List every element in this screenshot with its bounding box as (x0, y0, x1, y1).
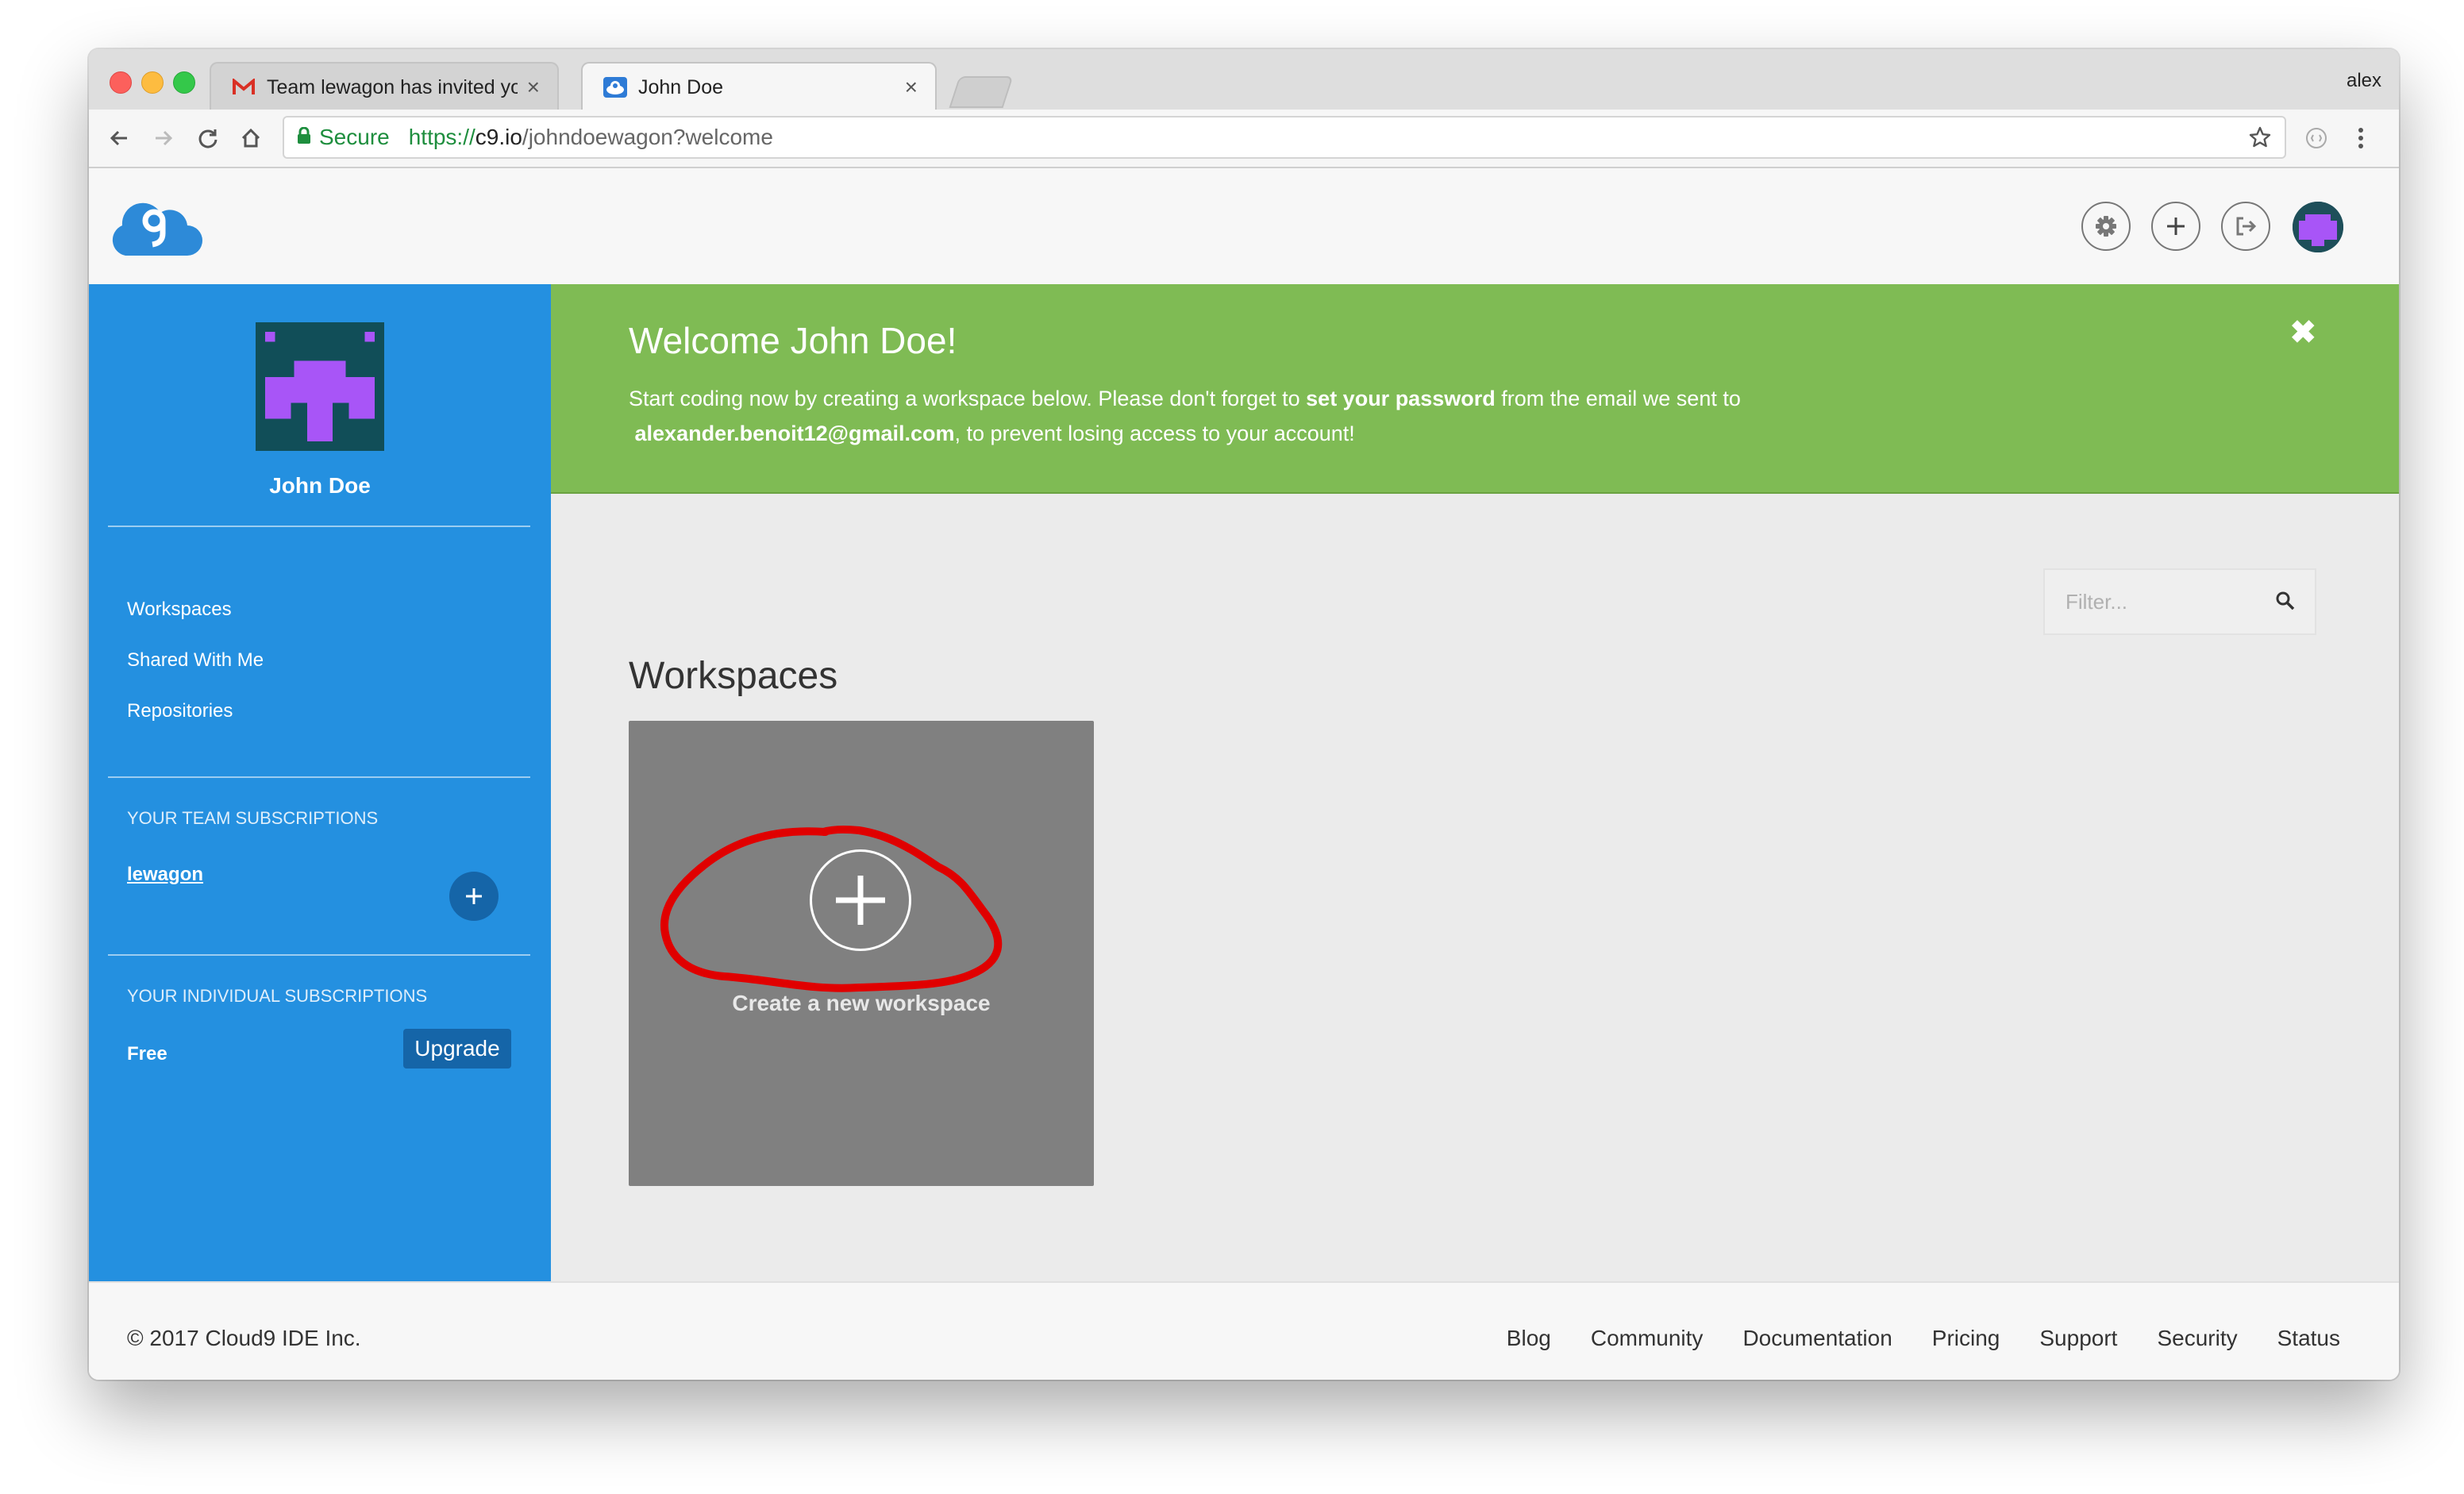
address-bar[interactable]: Secure https:// c9.io /johndoewagon?welc… (283, 116, 2286, 159)
add-icon[interactable] (2151, 202, 2200, 251)
window-close-button[interactable] (110, 71, 132, 94)
divider (108, 776, 530, 778)
email-address: alexander.benoit12@gmail.com (634, 422, 955, 445)
tab-strip: Team lewagon has invited you × John Doe … (89, 49, 2399, 111)
app-header (89, 168, 2399, 286)
home-icon[interactable] (235, 122, 267, 154)
team-subscriptions-heading: YOUR TEAM SUBSCRIPTIONS (127, 808, 379, 828)
secure-label: Secure (319, 125, 390, 149)
filter-input[interactable] (2064, 588, 2258, 615)
settings-gear-icon[interactable] (2081, 202, 2131, 251)
footer-links: Blog Community Documentation Pricing Sup… (1507, 1326, 2340, 1351)
user-avatar[interactable] (2293, 202, 2343, 252)
footer-link-community[interactable]: Community (1591, 1326, 1704, 1351)
browser-toolbar: Secure https:// c9.io /johndoewagon?welc… (89, 110, 2399, 168)
welcome-message: Start coding now by creating a workspace… (629, 387, 1741, 445)
footer-link-documentation[interactable]: Documentation (1742, 1326, 1892, 1351)
add-team-button[interactable] (449, 872, 499, 921)
search-icon[interactable] (2275, 591, 2296, 617)
url-host: c9.io (475, 125, 522, 149)
individual-subscriptions-heading: YOUR INDIVIDUAL SUBSCRIPTIONS (127, 986, 428, 1006)
page: John Doe Workspaces Shared With Me Repos… (89, 168, 2399, 1380)
sidebar-item-repositories[interactable]: Repositories (127, 700, 233, 722)
footer-link-status[interactable]: Status (2277, 1326, 2340, 1351)
close-icon[interactable]: ✖ (2289, 314, 2316, 351)
create-workspace-label: Create a new workspace (732, 991, 991, 1015)
window-minimize-button[interactable] (141, 71, 164, 94)
sidebar: John Doe Workspaces Shared With Me Repos… (89, 284, 551, 1281)
tab-cloud9[interactable]: John Doe × (581, 62, 937, 111)
reload-icon[interactable] (192, 122, 224, 154)
browser-window: Team lewagon has invited you × John Doe … (89, 49, 2399, 1380)
set-password-text: set your password (1306, 387, 1496, 410)
footer: © 2017 Cloud9 IDE Inc. Blog Community Do… (89, 1281, 2399, 1380)
sidebar-item-workspaces[interactable]: Workspaces (127, 599, 232, 621)
menu-kebab-icon[interactable] (2345, 122, 2377, 154)
back-icon[interactable] (103, 122, 135, 154)
profile-name: John Doe (269, 473, 371, 498)
workspaces-heading: Workspaces (629, 655, 838, 697)
gmail-icon (232, 75, 256, 99)
divider (108, 954, 530, 956)
welcome-title: Welcome John Doe! (629, 320, 957, 361)
divider (108, 526, 530, 527)
profile-avatar (256, 322, 384, 451)
main-content: Welcome John Doe! Start coding now by cr… (551, 284, 2399, 1281)
tab-title: Team lewagon has invited you (267, 75, 518, 98)
create-workspace-card[interactable]: Create a new workspace (629, 721, 1094, 1186)
cloud9-icon (603, 75, 627, 99)
profile-name[interactable]: alex (2347, 70, 2381, 92)
tab-gmail[interactable]: Team lewagon has invited you × (210, 62, 559, 111)
bookmark-star-icon[interactable] (2248, 125, 2272, 155)
sign-out-icon[interactable] (2221, 202, 2270, 251)
cloud9-logo[interactable] (108, 197, 203, 261)
url-path: /johndoewagon?welcome (522, 125, 773, 149)
window-maximize-button[interactable] (173, 71, 195, 94)
url-protocol: https:// (408, 125, 475, 149)
footer-link-support[interactable]: Support (2039, 1326, 2117, 1351)
plus-icon (810, 849, 911, 951)
welcome-banner: Welcome John Doe! Start coding now by cr… (551, 284, 2399, 494)
upgrade-button[interactable]: Upgrade (403, 1029, 511, 1069)
close-icon[interactable]: × (905, 75, 918, 100)
lock-icon (297, 125, 311, 150)
footer-link-blog[interactable]: Blog (1507, 1326, 1551, 1351)
filter-box (2043, 568, 2316, 635)
forward-icon[interactable] (148, 122, 179, 154)
sidebar-item-shared-with-me[interactable]: Shared With Me (127, 649, 264, 672)
new-tab-button[interactable] (949, 76, 1014, 108)
extension-icon[interactable] (2300, 122, 2332, 154)
team-link-lewagon[interactable]: lewagon (127, 864, 203, 886)
tab-title: John Doe (638, 75, 724, 98)
footer-link-pricing[interactable]: Pricing (1932, 1326, 2000, 1351)
copyright: © 2017 Cloud9 IDE Inc. (127, 1326, 361, 1350)
plan-name: Free (127, 1043, 167, 1065)
close-icon[interactable]: × (527, 75, 540, 100)
footer-link-security[interactable]: Security (2157, 1326, 2237, 1351)
